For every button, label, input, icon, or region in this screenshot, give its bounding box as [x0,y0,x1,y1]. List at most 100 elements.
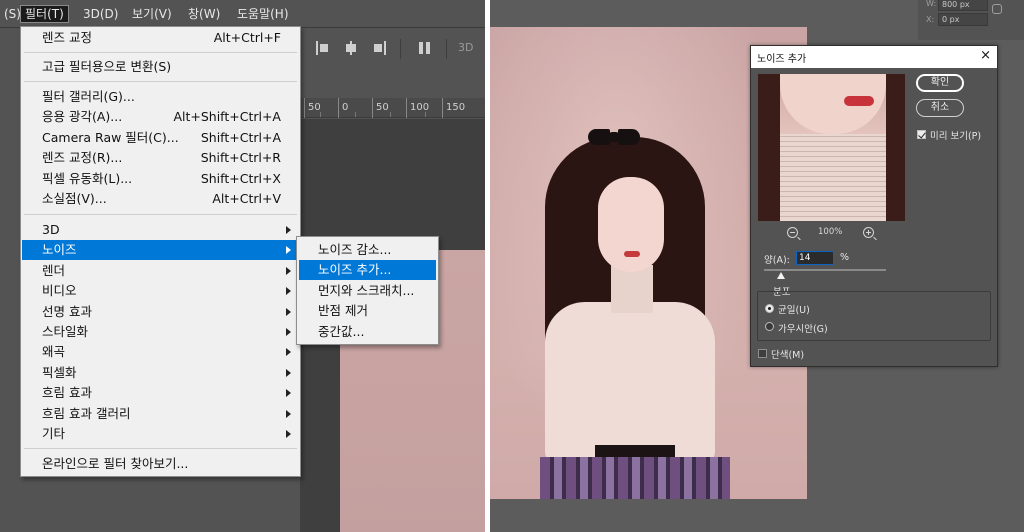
menu-item-noise[interactable]: 노이즈 [22,240,299,260]
width-field[interactable]: 800 px [938,0,988,11]
ruler-minor-tick [320,112,321,117]
menu-item-other[interactable]: 기타 [22,424,299,444]
x-label: X: [926,15,935,24]
menu-item-distort[interactable]: 왜곡 [22,342,299,362]
menu-item-convert-smart-filters[interactable]: 고급 필터용으로 변환(S) [22,57,299,77]
menu-item-label: 렌즈 교정(R)... [42,150,123,165]
menu-item-adaptive-wide-angle[interactable]: 응용 광각(A)... Alt+Shift+Ctrl+A [22,107,299,127]
dialog-title-bar[interactable]: 노이즈 추가 × [751,46,997,68]
menu-item-sharpen[interactable]: 선명 효과 [22,302,299,322]
zoom-in-icon[interactable] [863,227,877,241]
noise-submenu: 노이즈 감소... 노이즈 추가... 먼지와 스크래치... 반점 제거 중간… [296,236,439,345]
menu-item-label: 흐림 효과 갤러리 [42,406,131,421]
zoom-out-icon[interactable] [787,227,801,241]
dialog-title: 노이즈 추가 [757,54,807,65]
menu-item-filter-gallery[interactable]: 필터 갤러리(G)... [22,87,299,107]
filter-menu: 렌즈 교정 Alt+Ctrl+F 고급 필터용으로 변환(S) 필터 갤러리(G… [20,26,301,477]
menubar-item-filter[interactable]: 필터(T) [20,5,69,23]
menu-item-label: 스타일화 [42,324,89,339]
menu-bar: (S) 필터(T) 3D(D) 보기(V) 창(W) 도움말(H) [0,0,485,28]
ok-button[interactable]: 확인 [916,74,964,92]
ruler-minor-tick [390,112,391,117]
menu-item-pixelate[interactable]: 픽셀화 [22,363,299,383]
menu-item-label: 소실점(V)... [42,191,107,206]
gaussian-label: 가우시안(G) [778,324,828,335]
amount-slider[interactable] [764,269,886,271]
close-icon[interactable]: × [980,48,991,64]
filter-preview[interactable] [758,74,905,221]
menu-item-label: 노이즈 [42,242,77,257]
menu-item-vanishing-point[interactable]: 소실점(V)... Alt+Ctrl+V [22,189,299,209]
align-left-icon[interactable] [316,41,330,55]
submenu-item-median[interactable]: 중간값... [299,322,436,342]
submenu-item-dust-scratches[interactable]: 먼지와 스크래치... [299,281,436,301]
ruler-label: 150 [446,102,466,113]
menu-item-label: 3D [42,222,60,237]
uniform-radio[interactable] [765,304,774,313]
menu-item-label: 픽셀화 [42,365,77,380]
photo-lips [624,251,640,257]
ruler-label: 50 [308,102,321,113]
menu-item-shortcut: Shift+Ctrl+A [200,130,281,145]
add-noise-dialog: 노이즈 추가 × 100% 확인 취소 미리 보기(P) 양(A): 14 % [750,45,998,367]
menu-item-browse-filters-online[interactable]: 온라인으로 필터 찾아보기... [22,454,299,474]
menu-item-render[interactable]: 렌더 [22,261,299,281]
options-separator [400,39,401,59]
menu-item-shortcut: Alt+Shift+Ctrl+A [173,109,281,124]
menubar-item-window[interactable]: 창(W) [184,5,224,23]
menu-item-stylize[interactable]: 스타일화 [22,322,299,342]
menu-separator [24,52,297,53]
menu-item-3d[interactable]: 3D [22,220,299,240]
ruler-major-tick [372,98,373,118]
ruler-label: 0 [342,102,349,113]
amount-slider-thumb[interactable] [777,272,786,279]
ruler-label: 100 [410,102,430,113]
preview-checkbox[interactable] [917,130,926,139]
preview-hair-right [886,74,905,221]
menu-item-camera-raw[interactable]: Camera Raw 필터(C)... Shift+Ctrl+A [22,128,299,148]
menubar-item-3d[interactable]: 3D(D) [79,5,122,23]
submenu-item-add-noise[interactable]: 노이즈 추가... [299,260,436,280]
amount-unit: % [840,252,850,263]
preview-hair-left [758,74,780,221]
hair-bow-icon [588,127,640,147]
menu-item-lens-correction[interactable]: 렌즈 교정(R)... Shift+Ctrl+R [22,148,299,168]
menu-item-lens-correction-last[interactable]: 렌즈 교정 Alt+Ctrl+F [22,28,299,48]
menu-item-shortcut: Shift+Ctrl+X [200,171,281,186]
menu-separator [24,81,297,82]
menu-item-liquify[interactable]: 픽셀 유동화(L)... Shift+Ctrl+X [22,169,299,189]
menu-item-blur-gallery[interactable]: 흐림 효과 갤러리 [22,404,299,424]
menubar-item-view[interactable]: 보기(V) [128,5,176,23]
menu-item-label: 렌즈 교정 [42,30,92,45]
submenu-item-reduce-noise[interactable]: 노이즈 감소... [299,240,436,260]
submenu-item-despeckle[interactable]: 반점 제거 [299,301,436,321]
menu-item-shortcut: Shift+Ctrl+R [200,150,281,165]
ruler-major-tick [442,98,443,118]
submenu-arrow-icon [286,328,291,336]
menu-item-label: 응용 광각(A)... [42,109,123,124]
amount-input[interactable]: 14 [796,251,834,265]
menu-item-video[interactable]: 비디오 [22,281,299,301]
distribution-group: 균일(U) 가우시안(G) [757,291,991,341]
options-separator [446,39,447,59]
ruler-minor-tick [355,112,356,117]
3d-mode-label: 3D [458,41,474,54]
align-right-icon[interactable] [372,41,386,55]
menu-item-label: 선명 효과 [42,304,92,319]
menubar-item-help[interactable]: 도움말(H) [233,5,293,23]
menu-item-label: 고급 필터용으로 변환(S) [42,59,172,74]
distribute-icon[interactable] [418,41,432,55]
x-field[interactable]: 0 px [938,13,988,26]
menu-item-label: Camera Raw 필터(C)... [42,130,179,145]
monochromatic-checkbox[interactable] [758,349,767,358]
link-icon[interactable] [992,4,1002,14]
menu-item-label: 왜곡 [42,344,66,359]
align-center-icon[interactable] [344,41,358,55]
photo-lace-top [545,302,715,462]
gaussian-radio[interactable] [765,322,774,331]
photoshop-window-left: (S) 필터(T) 3D(D) 보기(V) 창(W) 도움말(H) 3D 50 … [0,0,485,532]
options-bar: 3D [300,29,485,69]
amount-label: 양(A): [764,255,790,266]
menu-item-blur[interactable]: 흐림 효과 [22,383,299,403]
cancel-button[interactable]: 취소 [916,99,964,117]
